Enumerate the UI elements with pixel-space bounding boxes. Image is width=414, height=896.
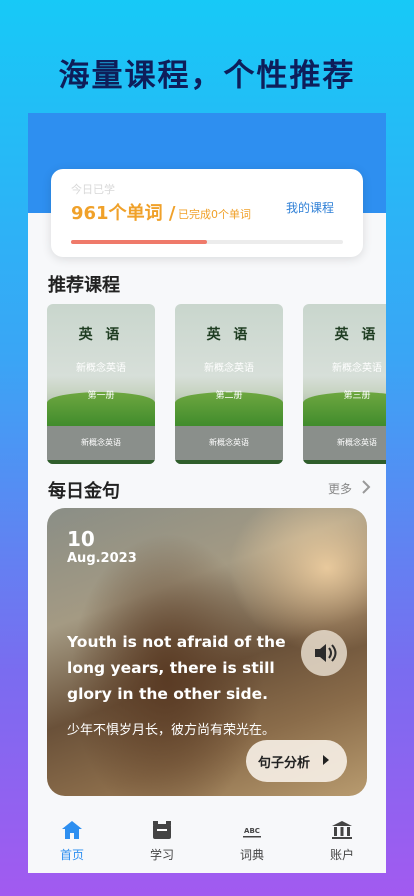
promo-title: 海量课程，个性推荐 xyxy=(58,58,356,94)
tab-account-label: 账户 xyxy=(329,848,354,862)
course-subtitle: 新概念英语 xyxy=(76,363,126,374)
tab-account[interactable]: 账户 xyxy=(312,820,372,865)
course-footer: 新概念英语 xyxy=(81,438,121,447)
quote-english: Youth is not afraid of the long years, t… xyxy=(67,633,286,703)
recommend-title: 推荐课程 xyxy=(48,275,120,296)
play-arrow-icon xyxy=(323,755,329,765)
svg-text:ABC: ABC xyxy=(244,827,260,835)
course-title: 英 语 xyxy=(206,327,252,343)
more-link[interactable]: 更多 xyxy=(328,480,352,497)
play-audio-button[interactable] xyxy=(301,630,347,676)
course-volume: 第一册 xyxy=(87,391,115,401)
app-screen: 今日已学 961个单词 / 已完成0个单词 我的课程 推荐课程 英 语 新概念英… xyxy=(28,113,386,873)
dictionary-icon: ABC xyxy=(243,827,261,838)
tab-dictionary-label: 词典 xyxy=(239,848,264,862)
course-subtitle: 新概念英语 xyxy=(332,363,382,374)
course-title: 英 语 xyxy=(78,327,124,343)
course-volume: 第二册 xyxy=(215,391,243,401)
progress-track xyxy=(71,240,343,244)
tab-study[interactable]: 学习 xyxy=(132,820,192,865)
card-faded-label: 今日已学 xyxy=(71,183,115,196)
tab-home[interactable]: 首页 xyxy=(42,820,102,865)
tab-home-label: 首页 xyxy=(59,848,84,862)
completed-count: 已完成0个单词 xyxy=(178,208,251,221)
card-band xyxy=(47,460,155,464)
bottom-tab-bar: 首页 学习 ABC 词典 账户 xyxy=(28,808,386,873)
my-course-link[interactable]: 我的课程 xyxy=(286,199,334,216)
course-footer: 新概念英语 xyxy=(337,438,377,447)
card-band xyxy=(175,460,283,464)
progress-fill xyxy=(71,240,207,244)
account-icon xyxy=(332,821,352,839)
home-icon xyxy=(62,821,82,839)
course-footer: 新概念英语 xyxy=(209,438,249,447)
card-band xyxy=(303,460,386,464)
word-count: 961个单词 / xyxy=(71,203,176,224)
course-title: 英 语 xyxy=(334,327,380,343)
course-subtitle: 新概念英语 xyxy=(204,363,254,374)
sentence-analysis-label: 句子分析 xyxy=(258,756,311,771)
quote-day: 10 xyxy=(67,527,95,551)
chevron-right-icon[interactable] xyxy=(361,479,371,495)
quote-month-year: Aug.2023 xyxy=(67,551,137,566)
tab-dictionary[interactable]: ABC 词典 xyxy=(222,820,282,865)
course-carousel[interactable]: 英 语 新概念英语 第一册 新概念英语 英 语 新概念英语 第二册 新概念英语 … xyxy=(47,304,386,465)
daily-quote-title: 每日金句 xyxy=(48,481,120,502)
course-volume: 第三册 xyxy=(343,391,371,401)
course-card-2[interactable]: 英 语 新概念英语 第二册 新概念英语 xyxy=(175,304,283,464)
course-card-1[interactable]: 英 语 新概念英语 第一册 新概念英语 xyxy=(47,304,155,464)
course-card-3[interactable]: 英 语 新概念英语 第三册 新概念英语 xyxy=(303,304,386,464)
tab-study-label: 学习 xyxy=(149,848,174,862)
study-icon xyxy=(153,821,171,839)
quote-chinese: 少年不惧岁月长，彼方尚有荣光在。 xyxy=(67,723,276,738)
speaker-icon xyxy=(315,644,337,662)
sentence-analysis-button[interactable]: 句子分析 xyxy=(246,740,347,782)
progress-card: 今日已学 961个单词 / 已完成0个单词 我的课程 xyxy=(51,169,363,257)
daily-quote-card[interactable]: 10 Aug.2023 Youth is not afraid of the l… xyxy=(47,508,367,796)
